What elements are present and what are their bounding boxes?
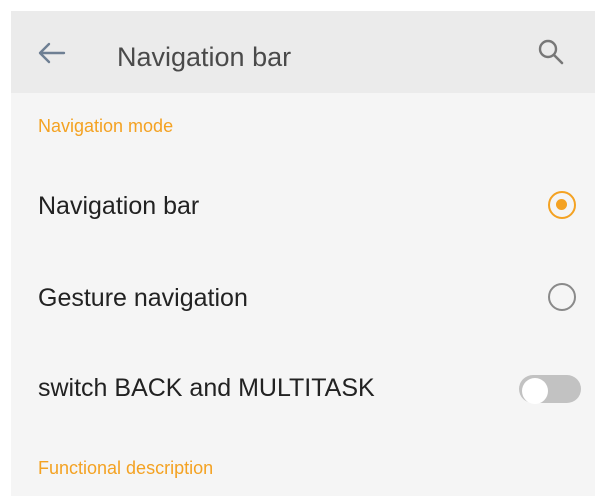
switch-back-multitask-toggle[interactable] xyxy=(517,373,583,405)
settings-screen: Navigation bar Navigation mode Navigatio… xyxy=(11,11,595,496)
radio-unselected[interactable] xyxy=(548,283,576,311)
option-navigation-bar[interactable]: Navigation bar xyxy=(11,164,595,244)
section-header-functional-description: Functional description xyxy=(38,458,214,478)
toggle-track xyxy=(519,375,581,404)
setting-switch-back-multitask[interactable]: switch BACK and MULTITASK xyxy=(11,350,595,430)
option-label: Navigation bar xyxy=(38,192,200,220)
option-gesture-navigation[interactable]: Gesture navigation xyxy=(11,256,595,336)
search-button[interactable] xyxy=(531,34,571,70)
page-title: Navigation bar xyxy=(117,42,292,72)
back-button[interactable] xyxy=(31,35,71,71)
radio-selected[interactable] xyxy=(548,191,576,219)
option-label: Gesture navigation xyxy=(38,284,248,312)
toggle-thumb xyxy=(522,378,548,404)
section-header-navigation-mode: Navigation mode xyxy=(38,116,174,136)
app-bar: Navigation bar xyxy=(11,11,595,93)
search-icon xyxy=(538,39,564,65)
arrow-left-icon xyxy=(38,42,66,64)
radio-dot xyxy=(556,199,567,210)
setting-label: switch BACK and MULTITASK xyxy=(38,374,375,402)
